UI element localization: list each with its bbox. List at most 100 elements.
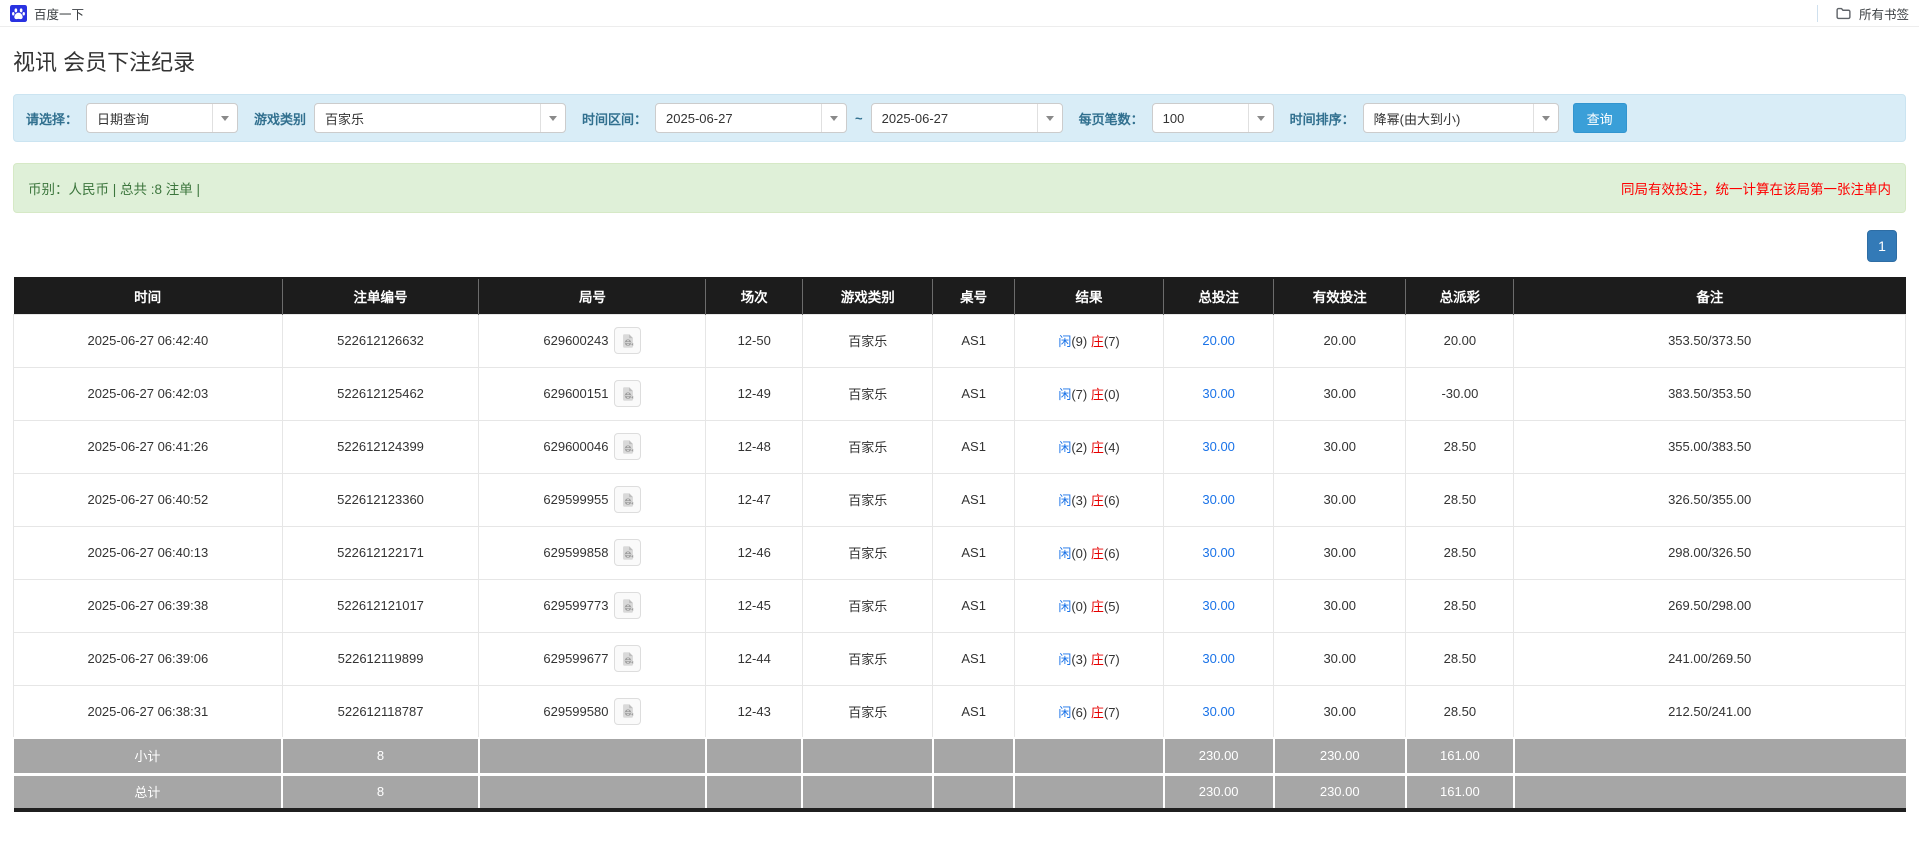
table-row: 2025-06-27 06:40:13 522612122171 6295998…: [13, 525, 1906, 580]
cell-valid-bet: 30.00: [1273, 631, 1407, 686]
header-payout: 总派彩: [1405, 277, 1514, 314]
cell-payout: 28.50: [1405, 684, 1515, 739]
cell-bet-id: 522612122171: [281, 525, 480, 580]
video-replay-button[interactable]: [614, 539, 642, 566]
cell-note: 269.50/298.00: [1513, 578, 1906, 633]
film-reel-icon: [623, 386, 634, 401]
query-button[interactable]: 查询: [1572, 103, 1627, 133]
cell-game-type: 百家乐: [801, 366, 934, 421]
table-body: 2025-06-27 06:42:40 522612126632 6296002…: [13, 313, 1906, 739]
filter-bar: 请选择： 日期查询 游戏类别 百家乐 时间区间： 2025-06-27 ~ 20…: [13, 94, 1906, 142]
total-label: 总计: [13, 773, 284, 811]
date-to-picker[interactable]: 2025-06-27: [870, 103, 1063, 133]
result-player: 闲: [1058, 652, 1072, 667]
result-banker: 庄: [1090, 387, 1104, 402]
round-id-text: 629600243: [543, 333, 609, 348]
cell-bet-id: 522612118787: [281, 684, 480, 739]
date-to-value: 2025-06-27: [881, 110, 949, 126]
cell-game-type: 百家乐: [801, 472, 934, 527]
cell-bet-id: 522612119899: [281, 631, 480, 686]
all-bookmarks-button[interactable]: 所有书签: [1835, 4, 1909, 23]
total-bet-link[interactable]: 30.00: [1202, 492, 1235, 507]
cell-table-no: AS1: [932, 631, 1015, 686]
total-bet-link[interactable]: 20.00: [1202, 333, 1235, 348]
date-from-picker[interactable]: 2025-06-27: [655, 103, 848, 133]
total-bet-link[interactable]: 30.00: [1202, 598, 1235, 613]
cell-payout: 28.50: [1405, 578, 1515, 633]
film-reel-icon: [623, 439, 634, 454]
total-bet-link[interactable]: 30.00: [1202, 386, 1235, 401]
all-bookmarks-label: 所有书签: [1858, 7, 1909, 22]
result-player: 闲: [1058, 493, 1072, 508]
cell-total-bet: 20.00: [1163, 313, 1275, 368]
cell-payout: 28.50: [1405, 631, 1515, 686]
subtotal-total-bet: 230.00: [1162, 737, 1275, 776]
subtotal-label: 小计: [13, 737, 284, 776]
date-from-value: 2025-06-27: [666, 110, 733, 126]
cell-payout: 28.50: [1405, 525, 1515, 580]
cell-note: 298.00/326.50: [1513, 525, 1906, 580]
total-bet-link[interactable]: 30.00: [1202, 704, 1235, 719]
video-replay-button[interactable]: [614, 380, 642, 407]
total-bet-link[interactable]: 30.00: [1202, 545, 1235, 560]
cell-game-type: 百家乐: [801, 525, 934, 580]
header-note: 备注: [1513, 277, 1906, 314]
time-sort-dropdown[interactable]: 降幂(由大到小): [1362, 103, 1559, 133]
video-replay-button[interactable]: [614, 592, 642, 619]
video-replay-button[interactable]: [614, 327, 642, 354]
cell-session: 12-45: [705, 578, 803, 633]
video-replay-button[interactable]: [614, 697, 642, 725]
cell-table-no: AS1: [932, 578, 1015, 633]
cell-note: 326.50/355.00: [1513, 472, 1906, 527]
header-valid-bet: 有效投注: [1273, 277, 1406, 314]
cell-note: 241.00/269.50: [1513, 631, 1906, 686]
page-size-dropdown[interactable]: 100: [1151, 103, 1274, 133]
cell-result: 闲(2) 庄(4): [1013, 419, 1165, 474]
bookmarks-divider: [1816, 4, 1818, 22]
header-round-id: 局号: [478, 277, 706, 314]
round-id-text: 629599955: [543, 492, 609, 507]
cell-game-type: 百家乐: [801, 684, 934, 739]
cell-total-bet: 30.00: [1163, 525, 1275, 580]
cell-round-id: 629600151: [478, 366, 707, 421]
cell-result: 闲(3) 庄(6): [1013, 472, 1165, 527]
cell-time: 2025-06-27 06:41:26: [13, 419, 283, 474]
video-replay-button[interactable]: [614, 645, 642, 672]
cell-round-id: 629599773: [478, 578, 707, 633]
cell-bet-id: 522612126632: [281, 313, 480, 368]
bookmark-baidu[interactable]: 百度一下: [10, 4, 84, 23]
cell-game-type: 百家乐: [801, 419, 934, 474]
header-total-bet: 总投注: [1163, 277, 1274, 314]
cell-payout: 20.00: [1405, 313, 1515, 368]
page-1-button[interactable]: 1: [1867, 230, 1897, 262]
cell-total-bet: 30.00: [1163, 631, 1275, 686]
round-id-text: 629599580: [543, 703, 609, 719]
date-range-separator: ~: [855, 110, 863, 126]
game-type-dropdown[interactable]: 百家乐: [314, 103, 567, 133]
cell-table-no: AS1: [932, 419, 1015, 474]
result-banker: 庄: [1090, 599, 1104, 614]
cell-result: 闲(7) 庄(0): [1013, 366, 1165, 421]
film-reel-icon: [623, 598, 634, 613]
baidu-favicon-icon: [10, 4, 27, 22]
video-replay-button[interactable]: [614, 486, 642, 513]
result-player: 闲: [1058, 704, 1072, 720]
header-session: 场次: [705, 277, 803, 314]
result-player: 闲: [1058, 599, 1072, 614]
cell-bet-id: 522612125462: [281, 366, 480, 421]
cell-time: 2025-06-27 06:39:06: [13, 631, 283, 686]
total-bet-link[interactable]: 30.00: [1202, 439, 1235, 454]
query-type-dropdown[interactable]: 日期查询: [86, 103, 239, 133]
cell-valid-bet: 30.00: [1273, 684, 1407, 739]
video-replay-button[interactable]: [614, 433, 642, 460]
page-title: 视讯 会员下注纪录: [13, 50, 196, 75]
page-size-value: 100: [1162, 110, 1185, 126]
header-result: 结果: [1013, 277, 1164, 314]
cell-round-id: 629599580: [478, 684, 707, 739]
cell-table-no: AS1: [932, 313, 1015, 368]
cell-game-type: 百家乐: [801, 631, 934, 686]
total-valid-bet: 230.00: [1272, 773, 1407, 811]
valid-bet-notice-text: 同局有效投注，统一计算在该局第一张注单内: [1621, 182, 1891, 197]
total-bet-link[interactable]: 30.00: [1202, 651, 1235, 666]
result-player: 闲: [1058, 440, 1072, 455]
